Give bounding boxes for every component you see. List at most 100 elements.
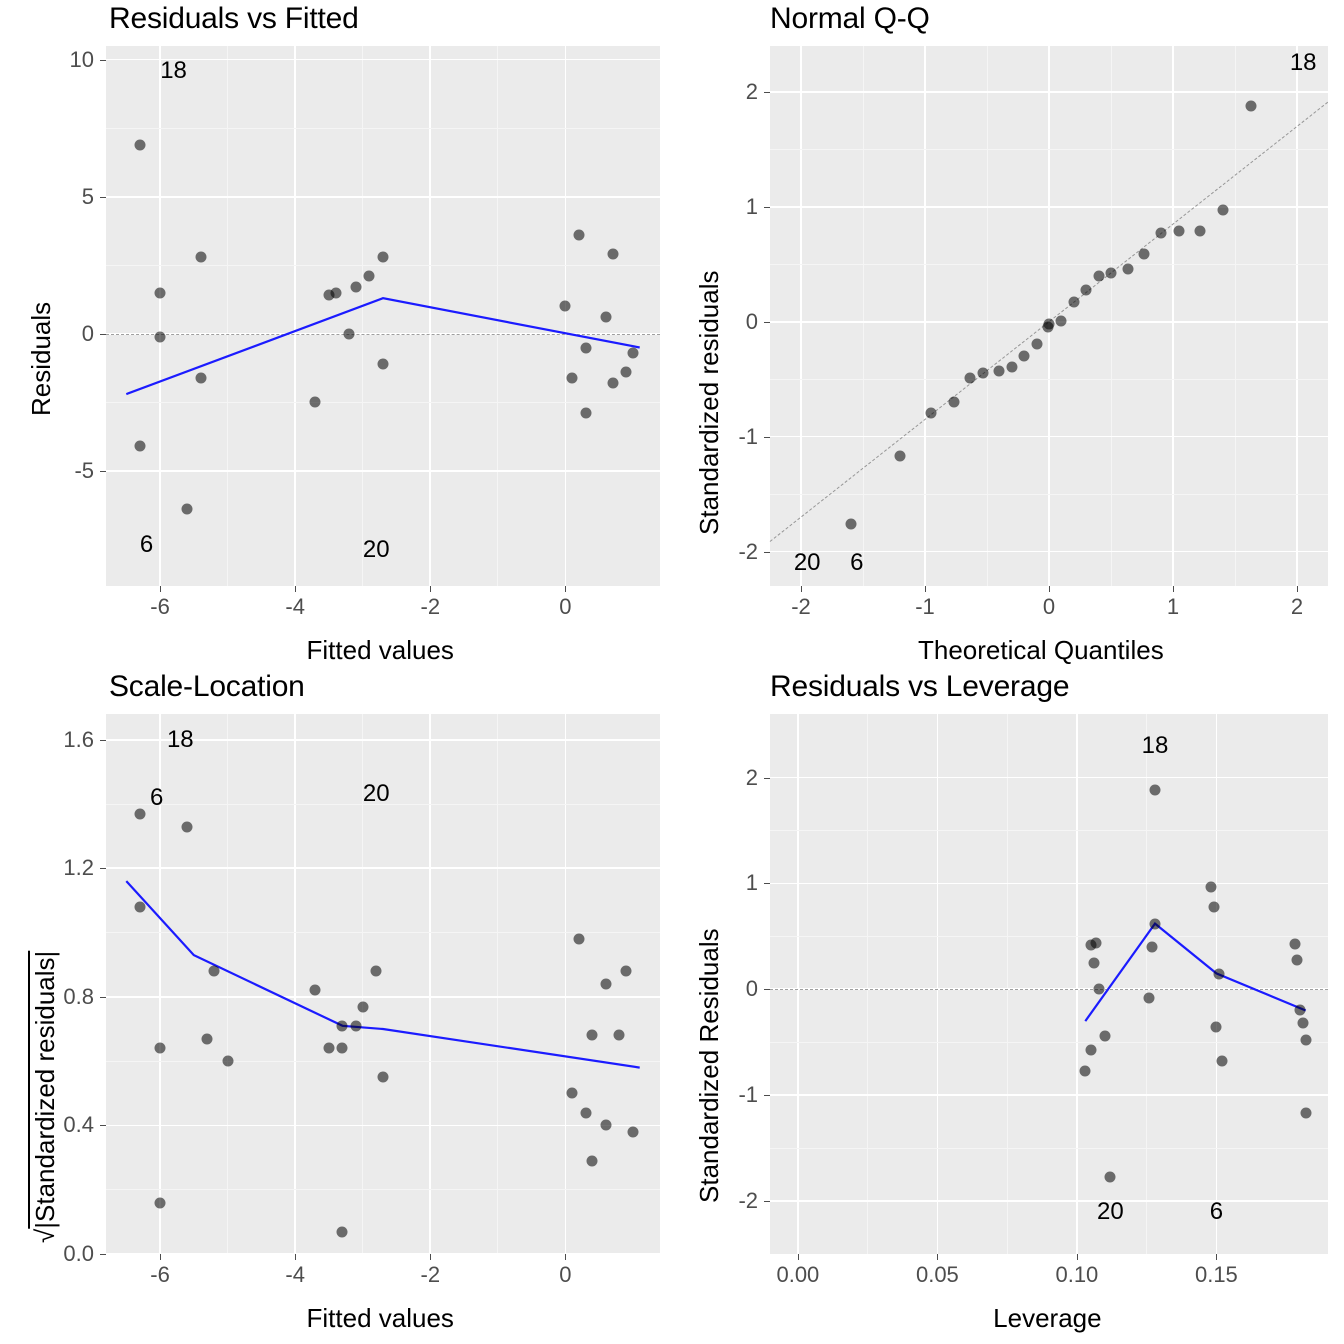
data-point xyxy=(607,378,618,389)
x-tick-label: -6 xyxy=(150,594,170,620)
data-point xyxy=(1019,351,1030,362)
point-label: 6 xyxy=(140,531,153,559)
plot-area: 18620 xyxy=(106,46,660,586)
data-point xyxy=(378,358,389,369)
plot-area: 18 20 6 xyxy=(770,714,1328,1254)
data-point xyxy=(182,821,193,832)
x-tick-label: -4 xyxy=(285,1262,305,1288)
plot-area: 18 6 20 xyxy=(106,714,660,1254)
point-label: 18 xyxy=(1142,732,1169,760)
point-label: 6 xyxy=(1210,1198,1223,1226)
data-point xyxy=(1300,1035,1311,1046)
data-point xyxy=(1150,918,1161,929)
data-point xyxy=(964,373,975,384)
data-point xyxy=(1205,881,1216,892)
data-point xyxy=(1091,937,1102,948)
x-tick-label: -2 xyxy=(421,1262,441,1288)
data-point xyxy=(155,331,166,342)
y-tick-label: 1 xyxy=(746,194,758,220)
point-label: 18 xyxy=(167,726,194,754)
data-point xyxy=(209,966,220,977)
point-label: 6 xyxy=(150,784,163,812)
data-point xyxy=(621,966,632,977)
data-point xyxy=(895,451,906,462)
data-point xyxy=(1088,957,1099,968)
x-tick-label: 0.05 xyxy=(916,1262,959,1288)
data-point xyxy=(134,139,145,150)
title: Normal Q-Q xyxy=(770,2,930,36)
panel-scale-loc: Scale-Location 18620 Fitted values √|Sta… xyxy=(4,672,668,1336)
x-tick-label: -1 xyxy=(915,594,935,620)
data-point xyxy=(1139,248,1150,259)
y-tick-label: 0.8 xyxy=(63,984,94,1010)
data-point xyxy=(1080,1065,1091,1076)
diagnostic-plots-2x2: Residuals vs Fitted 18620 Fitted values … xyxy=(0,0,1344,1344)
data-point xyxy=(337,1226,348,1237)
x-tick-label: -2 xyxy=(791,594,811,620)
data-point xyxy=(1093,270,1104,281)
data-point xyxy=(1044,319,1055,330)
y-axis-title: Standardized residuals xyxy=(694,271,725,536)
title: Scale-Location xyxy=(109,670,305,704)
data-point xyxy=(1147,941,1158,952)
data-point xyxy=(1106,268,1117,279)
data-point xyxy=(607,249,618,260)
data-point xyxy=(371,966,382,977)
data-point xyxy=(364,271,375,282)
y-tick-label: -1 xyxy=(738,1082,758,1108)
data-point xyxy=(1246,100,1257,111)
y-tick-label: 2 xyxy=(746,79,758,105)
data-point xyxy=(1105,1171,1116,1182)
y-tick-label: 1.6 xyxy=(63,727,94,753)
x-tick-label: 0 xyxy=(559,594,571,620)
data-point xyxy=(573,934,584,945)
data-point xyxy=(948,397,959,408)
data-point xyxy=(1217,205,1228,216)
data-point xyxy=(580,1107,591,1118)
data-point xyxy=(926,407,937,418)
data-point xyxy=(337,1043,348,1054)
data-point xyxy=(1099,1030,1110,1041)
data-point xyxy=(627,348,638,359)
data-point xyxy=(587,1155,598,1166)
data-point xyxy=(378,1072,389,1083)
x-tick-label: 2 xyxy=(1291,594,1303,620)
data-point xyxy=(310,397,321,408)
data-point xyxy=(134,441,145,452)
data-point xyxy=(1214,969,1225,980)
point-label: 20 xyxy=(794,549,821,577)
data-point xyxy=(1144,992,1155,1003)
data-point xyxy=(845,518,856,529)
data-point xyxy=(580,408,591,419)
data-point xyxy=(1123,263,1134,274)
data-point xyxy=(323,1043,334,1054)
data-point xyxy=(1174,225,1185,236)
data-point xyxy=(600,312,611,323)
data-point xyxy=(202,1033,213,1044)
data-point xyxy=(1081,284,1092,295)
y-tick-label: 1 xyxy=(746,870,758,896)
data-point xyxy=(1211,1022,1222,1033)
y-tick-label: 0 xyxy=(746,976,758,1002)
y-tick-label: -2 xyxy=(738,539,758,565)
point-label: 20 xyxy=(363,780,390,808)
x-tick-label: -4 xyxy=(285,594,305,620)
data-point xyxy=(1297,1018,1308,1029)
data-point xyxy=(1150,785,1161,796)
x-tick-label: 0.15 xyxy=(1195,1262,1238,1288)
data-point xyxy=(1031,338,1042,349)
x-tick-label: 0.00 xyxy=(776,1262,819,1288)
data-point xyxy=(378,252,389,263)
x-axis-title: Fitted values xyxy=(307,1303,454,1334)
x-axis-title: Theoretical Quantiles xyxy=(918,635,1164,666)
data-point xyxy=(195,252,206,263)
point-label: 20 xyxy=(1097,1198,1124,1226)
x-tick-label: 0 xyxy=(559,1262,571,1288)
data-point xyxy=(155,1043,166,1054)
data-point xyxy=(994,366,1005,377)
data-point xyxy=(627,1126,638,1137)
y-tick-label: 10 xyxy=(70,47,94,73)
data-point xyxy=(1094,984,1105,995)
title: Residuals vs Leverage xyxy=(770,670,1069,704)
point-label: 18 xyxy=(160,57,187,85)
